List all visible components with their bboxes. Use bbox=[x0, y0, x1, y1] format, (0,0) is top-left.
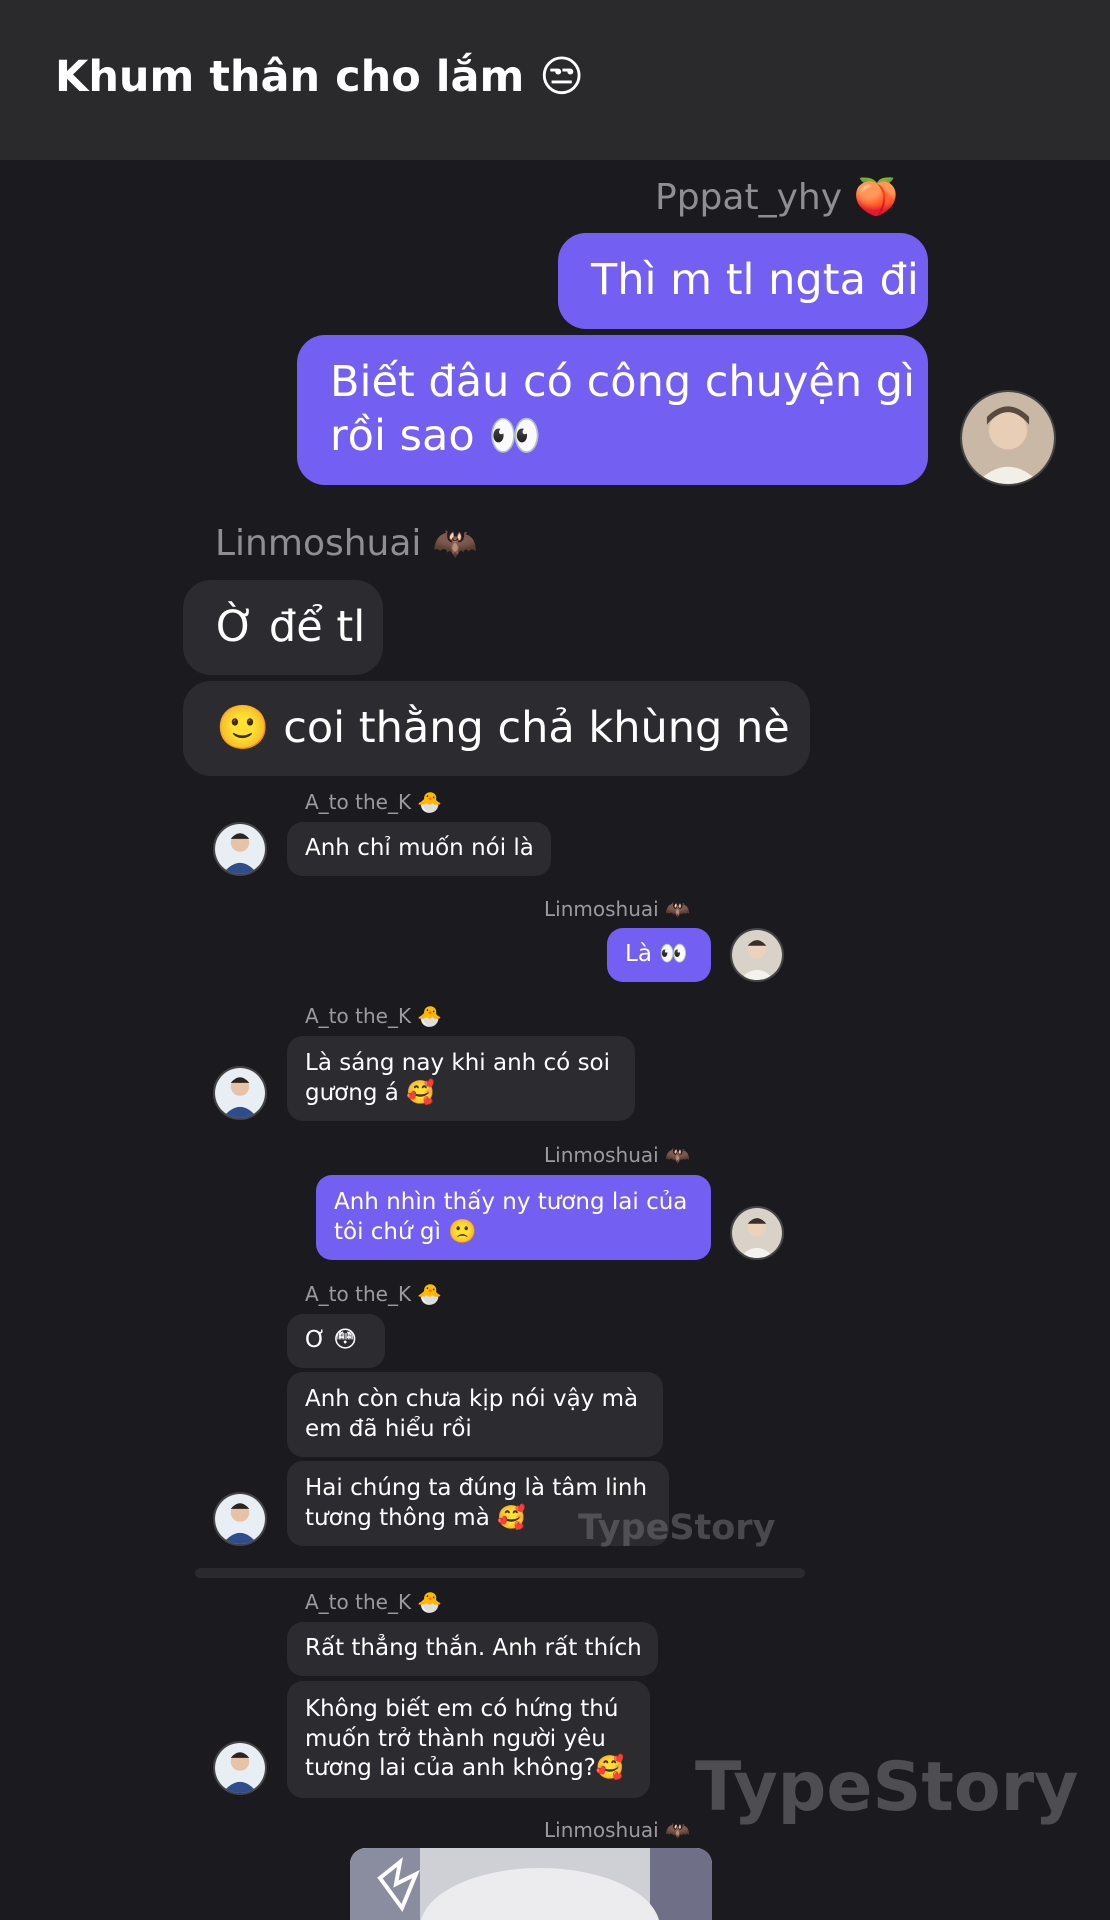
chat-title: Khum thân cho lắm 😒 bbox=[55, 52, 585, 102]
sender-name: Linmoshuai 🦇 bbox=[544, 1818, 690, 1842]
message-text: Anh còn chưa kịp nói vậy mà bbox=[305, 1385, 639, 1412]
avatar[interactable] bbox=[213, 1066, 267, 1120]
message-text: Không biết em có hứng thú bbox=[305, 1695, 619, 1722]
message-text: Thì m tl ngta đi bbox=[591, 255, 919, 306]
message-bubble[interactable]: Ơ 😳 bbox=[287, 1314, 385, 1368]
message-text: Ờ để tl bbox=[216, 601, 366, 652]
message-text: em đã hiểu rồi bbox=[305, 1415, 472, 1442]
avatar[interactable] bbox=[213, 822, 267, 876]
avatar-icon bbox=[732, 930, 782, 980]
avatar-icon bbox=[215, 1494, 265, 1544]
message-bubble[interactable]: Thì m tl ngta đi bbox=[558, 233, 928, 329]
message-text: tương thông mà 🥰 bbox=[305, 1504, 526, 1531]
message-bubble[interactable]: Không biết em có hứng thú muốn trở thành… bbox=[287, 1681, 650, 1798]
avatar-icon bbox=[215, 1743, 265, 1793]
message-bubble[interactable]: Ờ để tl bbox=[183, 580, 383, 675]
message-bubble[interactable]: Anh còn chưa kịp nói vậy mà em đã hiểu r… bbox=[287, 1372, 663, 1457]
message-text: gương á 🥰 bbox=[305, 1079, 435, 1106]
sender-name: A_to the_K 🐣 bbox=[305, 1004, 443, 1028]
message-bubble[interactable]: 🙂 coi thằng chả khùng nè bbox=[183, 681, 810, 776]
message-bubble[interactable]: Anh chỉ muốn nói là bbox=[287, 822, 551, 876]
message-text: Ơ 😳 bbox=[305, 1327, 358, 1354]
sender-name: Linmoshuai 🦇 bbox=[215, 523, 478, 564]
sender-name: A_to the_K 🐣 bbox=[305, 790, 443, 814]
divider bbox=[195, 1568, 805, 1578]
avatar[interactable] bbox=[960, 390, 1056, 486]
message-text: Là 👀 bbox=[625, 941, 688, 968]
message-text: tương lai của anh không?🥰 bbox=[305, 1755, 625, 1782]
watermark: TypeStory bbox=[695, 1748, 1079, 1827]
message-text: muốn trở thành người yêu bbox=[305, 1725, 606, 1752]
sender-name: Pppat_yhy 🍑 bbox=[655, 177, 899, 218]
avatar-icon bbox=[215, 824, 265, 874]
watermark: TypeStory bbox=[578, 1508, 776, 1548]
message-text: Hai chúng ta đúng là tâm linh bbox=[305, 1474, 648, 1501]
message-text: 🙂 coi thằng chả khùng nè bbox=[216, 702, 790, 753]
message-bubble[interactable]: Rất thẳng thắn. Anh rất thích bbox=[287, 1622, 658, 1676]
sender-name: A_to the_K 🐣 bbox=[305, 1282, 443, 1306]
message-text: tôi chứ gì 🙁 bbox=[334, 1218, 477, 1245]
message-text: Anh chỉ muốn nói là bbox=[305, 835, 534, 862]
chat-header: Khum thân cho lắm 😒 bbox=[0, 0, 1110, 160]
message-bubble[interactable]: Là 👀 bbox=[607, 928, 711, 982]
avatar[interactable] bbox=[213, 1741, 267, 1795]
message-text: rồi sao 👀 bbox=[330, 411, 542, 461]
message-bubble[interactable]: Biết đâu có công chuyện gì rồi sao 👀 bbox=[297, 335, 928, 485]
message-text: Anh nhìn thấy ny tương lai của bbox=[334, 1188, 688, 1215]
message-bubble[interactable]: Là sáng nay khi anh có soi gương á 🥰 bbox=[287, 1036, 635, 1121]
avatar[interactable] bbox=[213, 1492, 267, 1546]
avatar-icon bbox=[732, 1208, 782, 1258]
sender-name: Linmoshuai 🦇 bbox=[544, 1143, 690, 1167]
message-text: Biết đâu có công chuyện gì bbox=[330, 357, 915, 408]
avatar-icon bbox=[962, 392, 1054, 484]
avatar[interactable] bbox=[730, 928, 784, 982]
sender-name: Linmoshuai 🦇 bbox=[544, 897, 690, 921]
message-bubble[interactable]: Anh nhìn thấy ny tương lai của tôi chứ g… bbox=[316, 1175, 711, 1260]
photo-image bbox=[350, 1848, 712, 1920]
avatar[interactable] bbox=[730, 1206, 784, 1260]
message-text: Là sáng nay khi anh có soi bbox=[305, 1049, 611, 1076]
message-text: Rất thẳng thắn. Anh rất thích bbox=[305, 1635, 642, 1662]
avatar-icon bbox=[215, 1068, 265, 1118]
image-message[interactable] bbox=[350, 1848, 712, 1920]
sender-name: A_to the_K 🐣 bbox=[305, 1590, 443, 1614]
